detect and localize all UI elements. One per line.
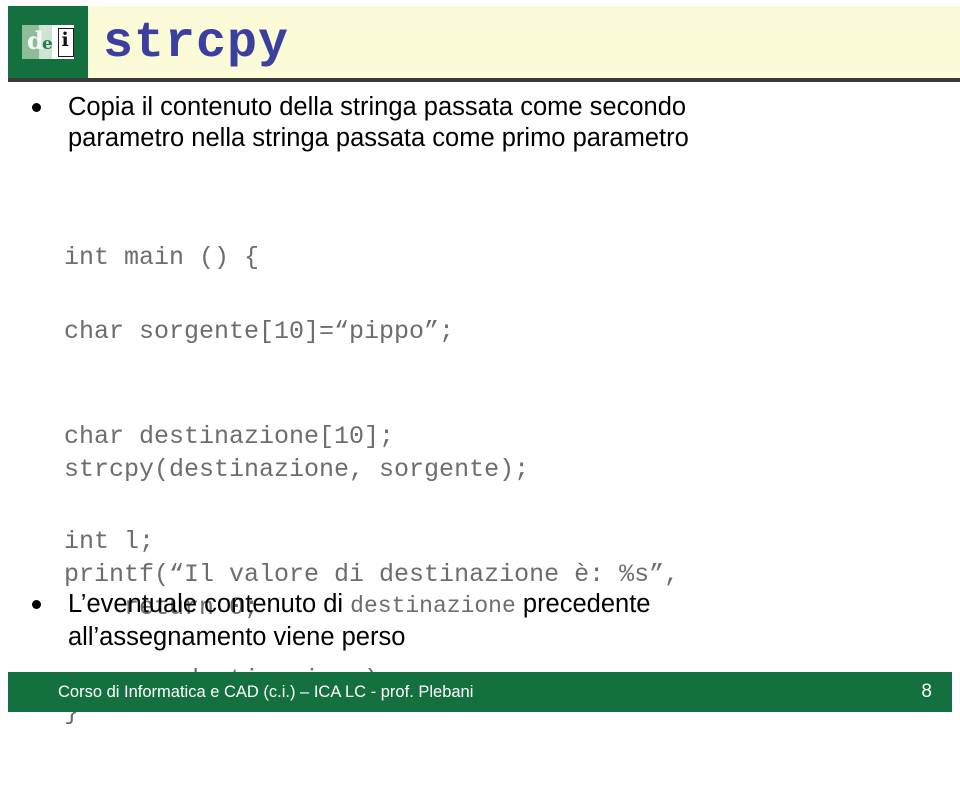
bullet-dot-icon (32, 103, 41, 112)
dei-logo: d e i (8, 6, 88, 78)
bullet-note-mono: destinazione (350, 593, 516, 619)
bullet-item-note: L’eventuale contenuto di destinazione pr… (0, 589, 960, 653)
bullet-dot-icon (32, 600, 41, 609)
footer-course-label: Corso di Informatica e CAD (c.i.) – ICA … (58, 682, 474, 701)
slide-body: Copia il contenuto della stringa passata… (0, 92, 960, 727)
code-line-char-sorgente: char sorgente[10]=“pippo”; (64, 317, 455, 346)
slide: d e i strcpy Copia il contenuto della st… (0, 0, 960, 727)
bullet-line-2: parametro nella stringa passata come pri… (68, 124, 689, 152)
bullet-note-part2: precedente (515, 590, 651, 618)
logo-letter-e: e (42, 34, 53, 54)
bullet-note-line-2: all’assegnamento viene perso (68, 623, 406, 651)
bullet-line-1: Copia il contenuto della stringa passata… (68, 93, 687, 121)
bullet-note-line-1: L’eventuale contenuto di destinazione pr… (68, 589, 960, 622)
code-line-strcpy-call: strcpy(destinazione, sorgente); (64, 455, 530, 484)
code-block-return: return 0; } (64, 520, 259, 800)
page-title: strcpy (103, 15, 290, 72)
header-divider (8, 78, 960, 82)
footer-page-number: 8 (921, 681, 932, 702)
slide-footer: Corso di Informatica e CAD (c.i.) – ICA … (8, 672, 952, 712)
slide-header: d e i strcpy (8, 6, 960, 78)
bullet-note-part1: L’eventuale contenuto di (68, 590, 351, 618)
dei-logo-inner: d e i (22, 25, 74, 59)
bullet-item-description: Copia il contenuto della stringa passata… (0, 92, 948, 154)
logo-letter-i: i (61, 29, 69, 51)
